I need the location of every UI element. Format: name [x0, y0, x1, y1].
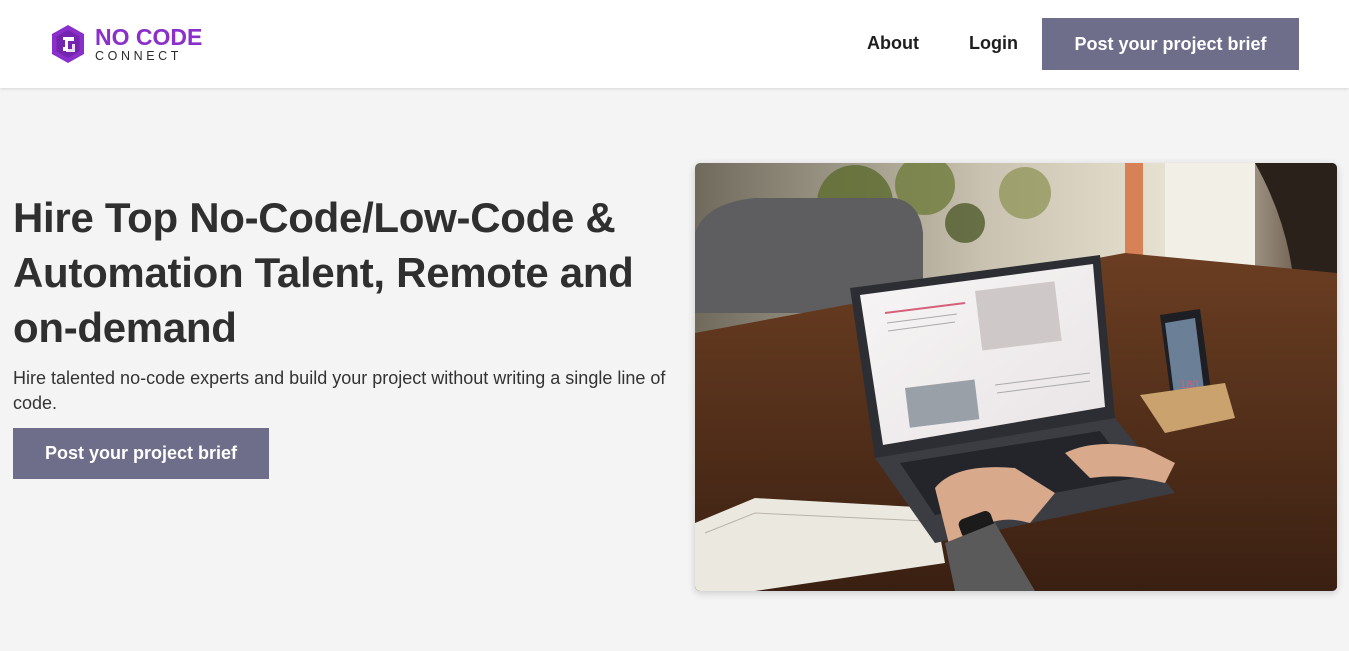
- logo-text: NO CODE CONNECT: [95, 23, 203, 63]
- hero-title: Hire Top No-Code/Low-Code & Automation T…: [13, 194, 634, 351]
- nav-about-link[interactable]: About: [867, 33, 919, 54]
- logo-link[interactable]: NO CODE CONNECT: [50, 24, 202, 64]
- hero-image: 180: [695, 163, 1337, 591]
- nav-login-link[interactable]: Login: [969, 33, 1018, 54]
- site-header: NO CODE CONNECT About Login Post your pr…: [0, 0, 1349, 88]
- logo-line1: NO CODE: [95, 23, 203, 50]
- post-project-brief-button-header[interactable]: Post your project brief: [1042, 18, 1299, 70]
- post-project-brief-button-hero[interactable]: Post your project brief: [13, 428, 269, 479]
- laptop-photo: 180: [695, 163, 1337, 591]
- no-code-connect-logo-icon: [52, 25, 84, 63]
- logo-line2: CONNECT: [95, 48, 183, 63]
- hero-subtitle: Hire talented no-code experts and build …: [13, 368, 666, 413]
